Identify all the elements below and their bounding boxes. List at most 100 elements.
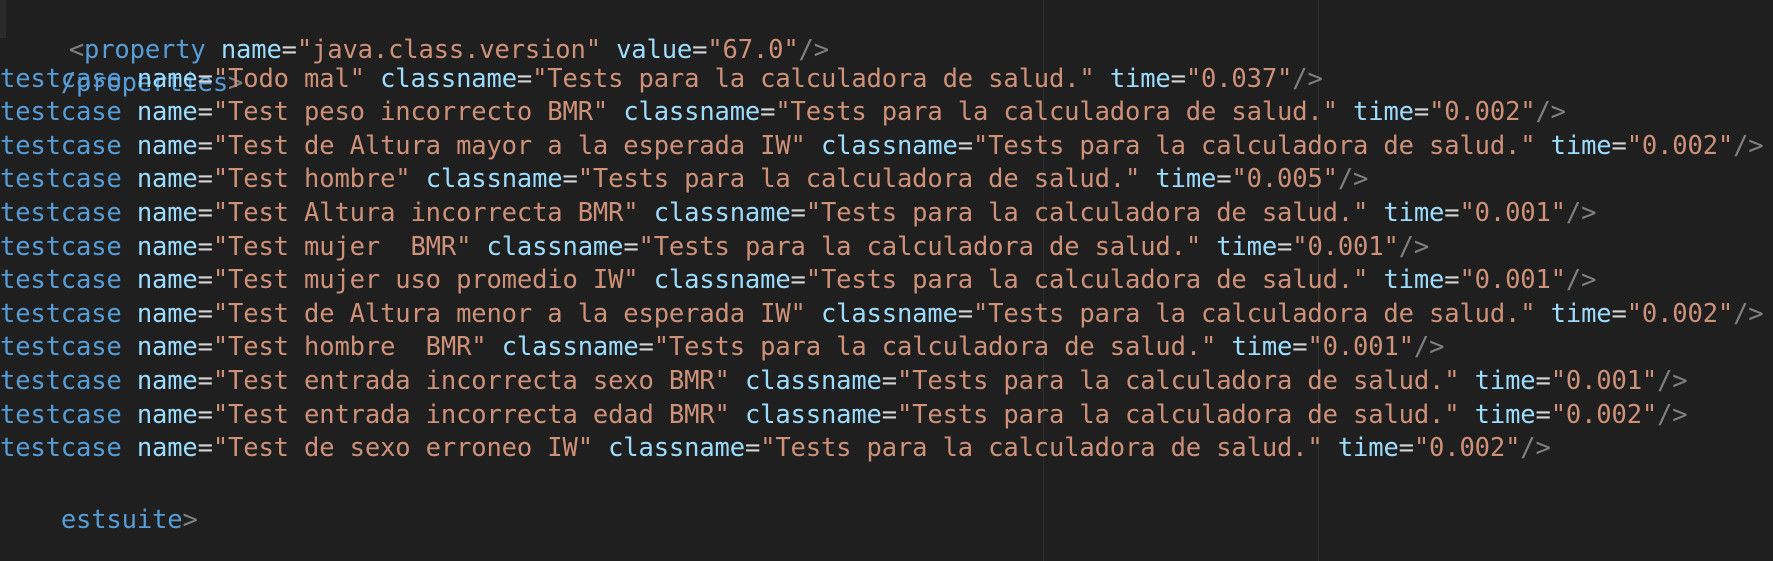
attr-classname: classname [820,298,958,329]
tag-self-close: /> [1292,63,1323,94]
attr-time: time [1550,298,1612,329]
tag-name: testcase [0,399,122,430]
code-line-testcase[interactable]: testcase name="Todo mal" classname="Test… [0,60,1323,98]
attr-time: time [1474,399,1536,430]
tag-name: testcase [0,265,122,296]
testcase-classname-value: "Tests para la calculadora de salud." [805,197,1369,228]
testcase-time-value: "0.001" [1292,231,1399,262]
testcase-time-value: "0.002" [1550,399,1658,430]
attr-time: time [1353,97,1414,128]
attr-classname: classname [653,197,791,228]
testcase-name-value: "Test hombre BMR" [212,332,487,363]
code-editor[interactable]: <property name="java.class.version" valu… [0,0,1773,561]
attr-classname: classname [380,63,517,94]
attr-name: name [136,265,198,296]
code-line-testcase[interactable]: testcase name="Test de Altura menor a la… [0,295,1764,333]
tag-self-close: /> [1657,365,1688,396]
code-line-testcase[interactable]: testcase name="Test hombre" classname="T… [0,160,1368,198]
testcase-classname-value: "Tests para la calculadora de salud." [972,298,1536,329]
attr-classname: classname [744,365,882,396]
code-line-testcase[interactable]: testcase name="Test Altura incorrecta BM… [0,194,1596,232]
testcase-time-value: "0.001" [1307,332,1414,363]
attr-time: time [1231,332,1293,363]
testcase-name-value: "Test de Altura menor a la esperada IW" [212,298,806,329]
code-line-testcase[interactable]: testcase name="Test de sexo erroneo IW" … [0,429,1551,467]
attr-time: time [1109,63,1171,94]
testcase-name-value: "Test de Altura mayor a la esperada IW" [212,130,806,161]
tag-self-close: /> [1398,231,1430,262]
attr-name: name [136,231,198,262]
attr-time: time [1550,130,1612,161]
testcase-classname-value: "Tests para la calculadora de salud." [532,63,1095,94]
attr-classname: classname [744,399,882,430]
tag-self-close: /> [1413,332,1445,363]
testcase-time-value: "0.001" [1459,197,1566,228]
testcase-name-value: "Test mujer uso promedio IW" [212,265,639,296]
tag-self-close: /> [1733,130,1764,161]
testcase-classname-value: "Tests para la calculadora de salud." [577,164,1141,195]
tag-self-close: /> [1565,197,1597,228]
tag-self-close: /> [1520,433,1551,464]
testcase-time-value: "0.037" [1185,63,1293,94]
attr-name: name [136,332,198,363]
attr-classname: classname [608,433,745,464]
testcase-name-value: "Test hombre" [212,164,411,195]
tag-self-close: /> [1535,97,1566,128]
testcase-classname-value: "Tests para la calculadora de salud." [972,130,1536,161]
testcase-time-value: "0.001" [1550,365,1658,396]
attr-name: name [136,97,198,128]
testcase-classname-value: "Tests para la calculadora de salud." [896,365,1460,396]
tag-name: estsuite [60,504,183,535]
attr-name: name [136,63,198,94]
testcase-name-value: "Test mujer BMR" [212,231,472,262]
testcase-time-value: "0.002" [1429,97,1536,128]
code-line-testcase[interactable]: testcase name="Test entrada incorrecta s… [0,362,1688,400]
tag-name: testcase [0,130,122,161]
attr-classname: classname [501,332,639,363]
attr-time: time [1216,231,1278,262]
testcase-classname-value: "Tests para la calculadora de salud." [805,265,1369,296]
tag-name: testcase [0,298,122,329]
tag-self-close: /> [1733,298,1764,329]
attr-classname: classname [425,164,563,195]
code-line-testcase[interactable]: testcase name="Test peso incorrecto BMR"… [0,93,1566,131]
attr-name: name [136,365,198,396]
attr-time: time [1155,164,1217,195]
tag-name: testcase [0,197,122,228]
testcase-name-value: "Test peso incorrecto BMR" [212,97,609,128]
testcase-classname-value: "Tests para la calculadora de salud." [760,433,1323,464]
tag-name: testcase [0,365,122,396]
code-line-testcase[interactable]: testcase name="Test mujer uso promedio I… [0,261,1596,299]
attr-name: name [136,433,198,464]
code-line-testcase[interactable]: testcase name="Test entrada incorrecta e… [0,396,1688,434]
testcase-classname-value: "Tests para la calculadora de salud." [896,399,1460,430]
tag-name: testcase [0,433,122,464]
testcase-time-value: "0.002" [1626,130,1734,161]
tag-self-close: /> [1337,164,1369,195]
tag-name: testcase [0,164,122,195]
attr-name: name [136,399,198,430]
code-line-properties-close[interactable]: /properties> [0,26,244,98]
testcase-time-value: "0.002" [1626,298,1734,329]
attr-name: name [136,197,198,228]
attr-time: time [1383,197,1445,228]
tag-self-close: /> [1565,265,1597,296]
testcase-classname-value: "Tests para la calculadora de salud." [775,97,1338,128]
code-line-testsuite-close[interactable]: estsuite> [0,463,198,535]
testcase-time-value: "0.002" [1413,433,1521,464]
tag-name: testcase [0,332,122,363]
tag-self-close: /> [1657,399,1688,430]
testcase-name-value: "Test entrada incorrecta sexo BMR" [212,365,730,396]
code-line-testcase[interactable]: testcase name="Test de Altura mayor a la… [0,127,1764,165]
testcase-time-value: "0.001" [1459,265,1566,296]
testcase-name-value: "Test Altura incorrecta BMR" [212,197,639,228]
tag-name: testcase [0,63,122,94]
testcase-name-value: "Test de sexo erroneo IW" [212,433,593,464]
testcase-time-value: "0.005" [1231,164,1338,195]
code-line-testcase[interactable]: testcase name="Test hombre BMR" classnam… [0,328,1444,366]
code-line-testcase[interactable]: testcase name="Test mujer BMR" classname… [0,228,1429,266]
attr-name: name [136,130,198,161]
attr-name: name [136,164,198,195]
tag-name: testcase [0,97,122,128]
testcase-name-value: "Todo mal" [212,63,365,94]
